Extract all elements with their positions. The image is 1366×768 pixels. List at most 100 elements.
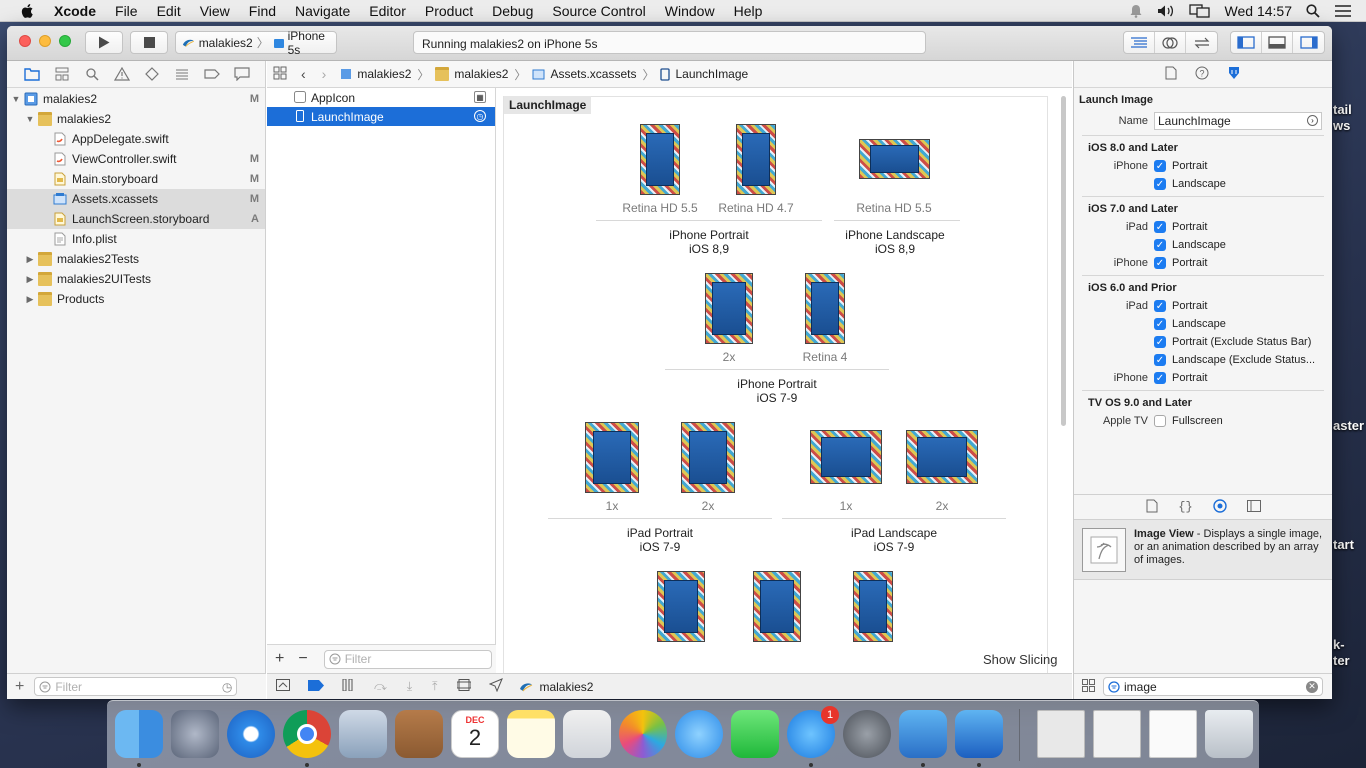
launchpad-icon[interactable] [171,710,219,758]
checkbox-unchecked[interactable] [1154,415,1166,427]
test-navigator-tab-icon[interactable] [143,66,161,82]
disclosure-closed-icon[interactable]: ▶ [25,274,35,285]
process-selector[interactable]: malakies2 [519,680,593,694]
disclosure-closed-icon[interactable]: ▶ [25,254,35,265]
add-file-button[interactable]: + [15,678,24,696]
breakpoints-toggle-icon[interactable] [308,679,324,694]
object-library-icon[interactable] [1213,498,1227,516]
media-library-icon[interactable] [1246,499,1261,515]
run-button[interactable] [85,31,123,54]
toggle-utilities-button[interactable] [1293,32,1324,53]
checkbox-checked[interactable]: ✓ [1154,160,1166,172]
back-button[interactable]: ‹ [301,66,306,82]
safari-icon[interactable] [227,710,275,758]
report-navigator-tab-icon[interactable] [233,66,251,82]
navigator-filter-input[interactable]: Filter ◷ [34,677,238,696]
photo-booth-icon[interactable] [563,710,611,758]
name-field[interactable]: LaunchImage › [1154,112,1322,130]
menu-navigate[interactable]: Navigate [295,3,350,19]
standard-editor-button[interactable] [1124,32,1155,53]
menu-window[interactable]: Window [665,3,715,19]
quick-help-icon[interactable]: ? [1195,66,1209,83]
breadcrumb-project[interactable]: malakies2 [340,67,411,81]
launch-image-slot[interactable] [853,571,893,642]
finder-icon[interactable] [115,710,163,758]
breadcrumb-group[interactable]: malakies2 [435,67,508,81]
launch-image-slot[interactable] [859,139,930,179]
xcode-icon[interactable] [955,710,1003,758]
code-snippet-library-icon[interactable]: {} [1178,500,1192,514]
asset-filter-input[interactable]: Filter [323,649,492,669]
checkbox-checked[interactable]: ✓ [1154,300,1166,312]
tree-item-file[interactable]: Assets.xcassets M [7,189,265,209]
disclosure-open-icon[interactable]: ▼ [11,94,21,104]
menu-editor[interactable]: Editor [369,3,406,19]
launch-image-slot[interactable] [753,571,801,642]
notification-center-icon[interactable] [1334,4,1352,18]
checkbox-checked[interactable]: ✓ [1154,257,1166,269]
breadcrumb-assets[interactable]: Assets.xcassets [532,67,636,81]
assistant-editor-button[interactable] [1155,32,1186,53]
volume-icon[interactable] [1157,4,1175,18]
forward-button[interactable]: › [322,66,327,82]
menu-app[interactable]: Xcode [54,3,96,19]
apple-icon[interactable] [20,3,36,19]
view-hierarchy-icon[interactable] [456,679,472,694]
show-slicing-button[interactable]: Show Slicing [983,652,1057,667]
screenshot-icon[interactable] [1093,710,1141,758]
document-icon[interactable] [1037,710,1085,758]
launch-image-slot[interactable] [657,571,705,642]
tree-item-group[interactable]: ▶ malakies2UITests [7,269,265,289]
preview-icon[interactable] [339,710,387,758]
breakpoint-navigator-tab-icon[interactable] [203,66,221,82]
go-arrow-icon[interactable]: › [1307,115,1318,126]
canvas-scrollbar[interactable] [1061,96,1066,426]
checkbox-checked[interactable]: ✓ [1154,178,1166,190]
system-preferences-icon[interactable] [843,710,891,758]
photos-icon[interactable] [619,710,667,758]
trash-icon[interactable] [1205,710,1253,758]
messages-icon[interactable] [675,710,723,758]
related-items-icon[interactable] [273,66,287,83]
contacts-icon[interactable] [395,710,443,758]
find-navigator-tab-icon[interactable] [83,66,101,82]
location-icon[interactable] [489,678,504,695]
launch-image-slot[interactable] [640,124,680,195]
checkbox-checked[interactable]: ✓ [1154,239,1166,251]
tree-item-group[interactable]: ▶ malakies2Tests [7,249,265,269]
launch-image-slot[interactable] [805,273,845,344]
tree-item-file[interactable]: ViewController.swift M [7,149,265,169]
library-search-input[interactable]: image ✕ [1103,677,1323,696]
file-template-library-icon[interactable] [1146,499,1158,516]
scheme-selector[interactable]: malakies2 〉 iPhone 5s [175,29,337,57]
step-over-icon[interactable]: ⤼ [374,679,387,694]
clear-search-icon[interactable]: ✕ [1306,680,1318,693]
display-icon[interactable] [1188,4,1211,18]
tree-item-project[interactable]: ▼ malakies2 M [7,89,265,109]
asset-item-appicon[interactable]: AppIcon ▦ [267,88,495,107]
menu-source-control[interactable]: Source Control [552,3,645,19]
tree-item-file[interactable]: LaunchScreen.storyboard A [7,209,265,229]
menubar-clock[interactable]: Wed 14:57 [1225,3,1292,19]
launch-image-slot[interactable] [705,273,753,344]
toggle-navigator-button[interactable] [1231,32,1262,53]
menu-view[interactable]: View [200,3,230,19]
simulator-icon[interactable] [899,710,947,758]
notes-icon[interactable] [507,710,555,758]
library-item-image-view[interactable]: Image View - Displays a single image, or… [1074,520,1332,580]
tree-item-group[interactable]: ▼ malakies2 [7,109,265,129]
pause-icon[interactable] [342,678,354,694]
chrome-icon[interactable] [283,710,331,758]
spotlight-search-icon[interactable] [1306,4,1320,18]
step-out-icon[interactable]: ⤒ [432,679,437,694]
stop-button[interactable] [130,31,168,54]
issue-navigator-tab-icon[interactable] [113,66,131,82]
tree-item-file[interactable]: AppDelegate.swift [7,129,265,149]
menu-debug[interactable]: Debug [492,3,533,19]
minimize-window-button[interactable] [39,35,51,47]
tree-item-file[interactable]: Info.plist [7,229,265,249]
symbol-navigator-tab-icon[interactable] [53,66,71,82]
file-inspector-icon[interactable] [1165,66,1177,83]
facetime-icon[interactable] [731,710,779,758]
menu-find[interactable]: Find [249,3,276,19]
